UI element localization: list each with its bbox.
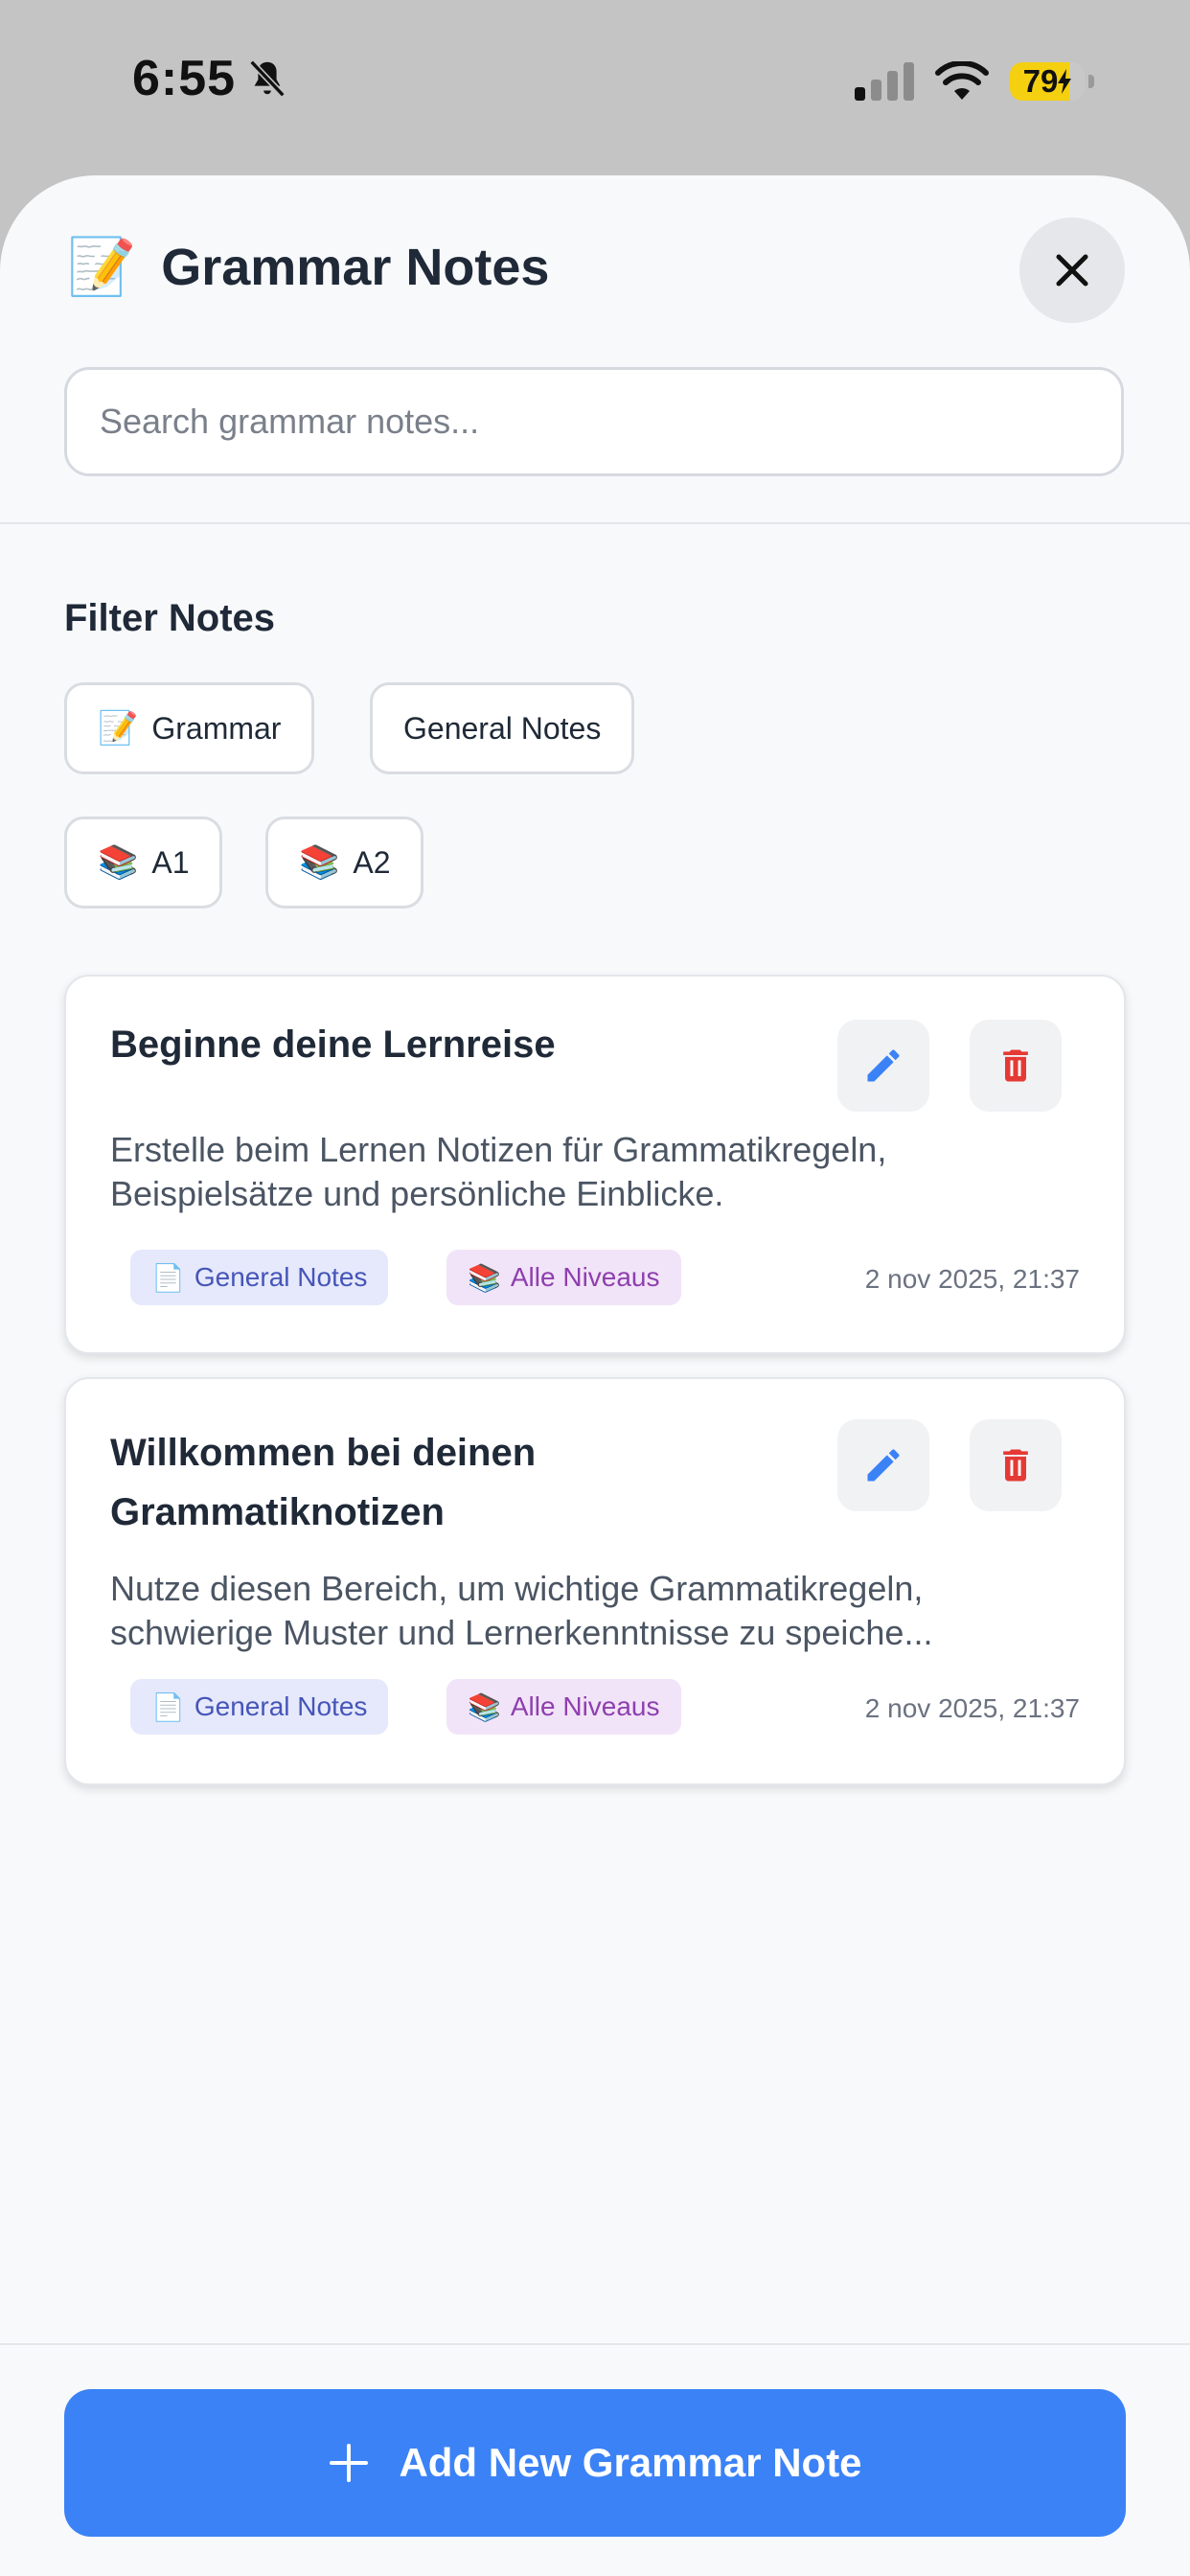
status-time: 6:55 [132,50,289,107]
close-button[interactable] [1019,218,1125,323]
trash-icon [1003,1449,1028,1482]
battery-percent: 79 [1022,63,1059,99]
plus-icon [328,2442,370,2484]
battery-indicator: 79 [1010,62,1085,101]
time-label: 6:55 [132,51,237,106]
type-tag: 📄 General Notes [130,1679,389,1735]
note-date: 2 nov 2025, 21:37 [864,1264,1080,1294]
level-tag: 📚 Alle Niveaus [446,1679,681,1735]
filter-chip-general-notes[interactable]: General Notes [370,682,635,774]
sheet-header: 📝 Grammar Notes [0,175,1190,524]
pencil-icon [867,1449,900,1482]
battery-cap [1088,75,1094,88]
memo-icon: 📝 [98,710,139,747]
add-note-label: Add New Grammar Note [399,2440,862,2485]
note-body: Erstelle beim Lernen Notizen für Grammat… [110,1130,887,1213]
type-tag: 📄 General Notes [130,1250,389,1305]
level-tag: 📚 Alle Niveaus [446,1250,681,1305]
page-title: Grammar Notes [161,239,550,296]
page-icon: 📄 [151,1262,185,1293]
search-input[interactable] [64,367,1124,476]
books-icon: 📚 [299,844,340,881]
wifi-icon [935,61,989,100]
note-body: Nutze diesen Bereich, um wichtige Gramma… [110,1569,933,1652]
chip-label: General Notes [403,710,602,746]
status-bar: 6:55 79 [0,0,1190,172]
chip-label: A2 [353,844,391,880]
tag-label: Alle Niveaus [510,1262,660,1292]
note-card[interactable]: Beginne deine Lernreise Erstelle beim Le… [64,975,1126,1354]
footer: Add New Grammar Note [0,2343,1190,2576]
books-icon: 📚 [468,1691,501,1722]
memo-icon: 📝 [67,236,137,298]
edit-button[interactable] [837,1419,929,1511]
note-card[interactable]: Willkommen bei deinen Grammatiknotizen N… [64,1377,1126,1785]
trash-icon [1003,1049,1028,1082]
tag-label: General Notes [194,1691,368,1721]
tag-label: General Notes [194,1262,368,1292]
books-icon: 📚 [468,1262,501,1293]
edit-button[interactable] [837,1020,929,1112]
note-title: Willkommen bei deinen Grammatiknotizen [110,1432,537,1533]
charging-bolt-icon [1058,69,1072,94]
bell-slash-icon [249,59,286,98]
filter-chip-a1[interactable]: 📚 A1 [64,816,223,908]
add-note-button[interactable]: Add New Grammar Note [64,2389,1126,2537]
filter-chip-a2[interactable]: 📚 A2 [265,816,424,908]
delete-button[interactable] [970,1419,1062,1511]
filter-chip-grammar[interactable]: 📝 Grammar [64,682,315,774]
note-title: Beginne deine Lernreise [110,1024,556,1066]
pencil-icon [867,1049,900,1082]
title-row: 📝 Grammar Notes [67,238,549,297]
tag-label: Alle Niveaus [510,1691,660,1721]
note-date: 2 nov 2025, 21:37 [864,1693,1080,1723]
grammar-notes-sheet: 📝 Grammar Notes Filter Notes 📝 Grammar G… [0,175,1190,2576]
close-icon [1056,254,1088,287]
books-icon: 📚 [98,844,139,881]
signal-icon [855,62,914,101]
delete-button[interactable] [970,1020,1062,1112]
chip-label: Grammar [151,710,282,746]
status-indicators: 79 [855,61,1094,102]
page-icon: 📄 [151,1691,185,1722]
filter-title: Filter Notes [64,597,276,639]
chip-label: A1 [151,844,190,880]
